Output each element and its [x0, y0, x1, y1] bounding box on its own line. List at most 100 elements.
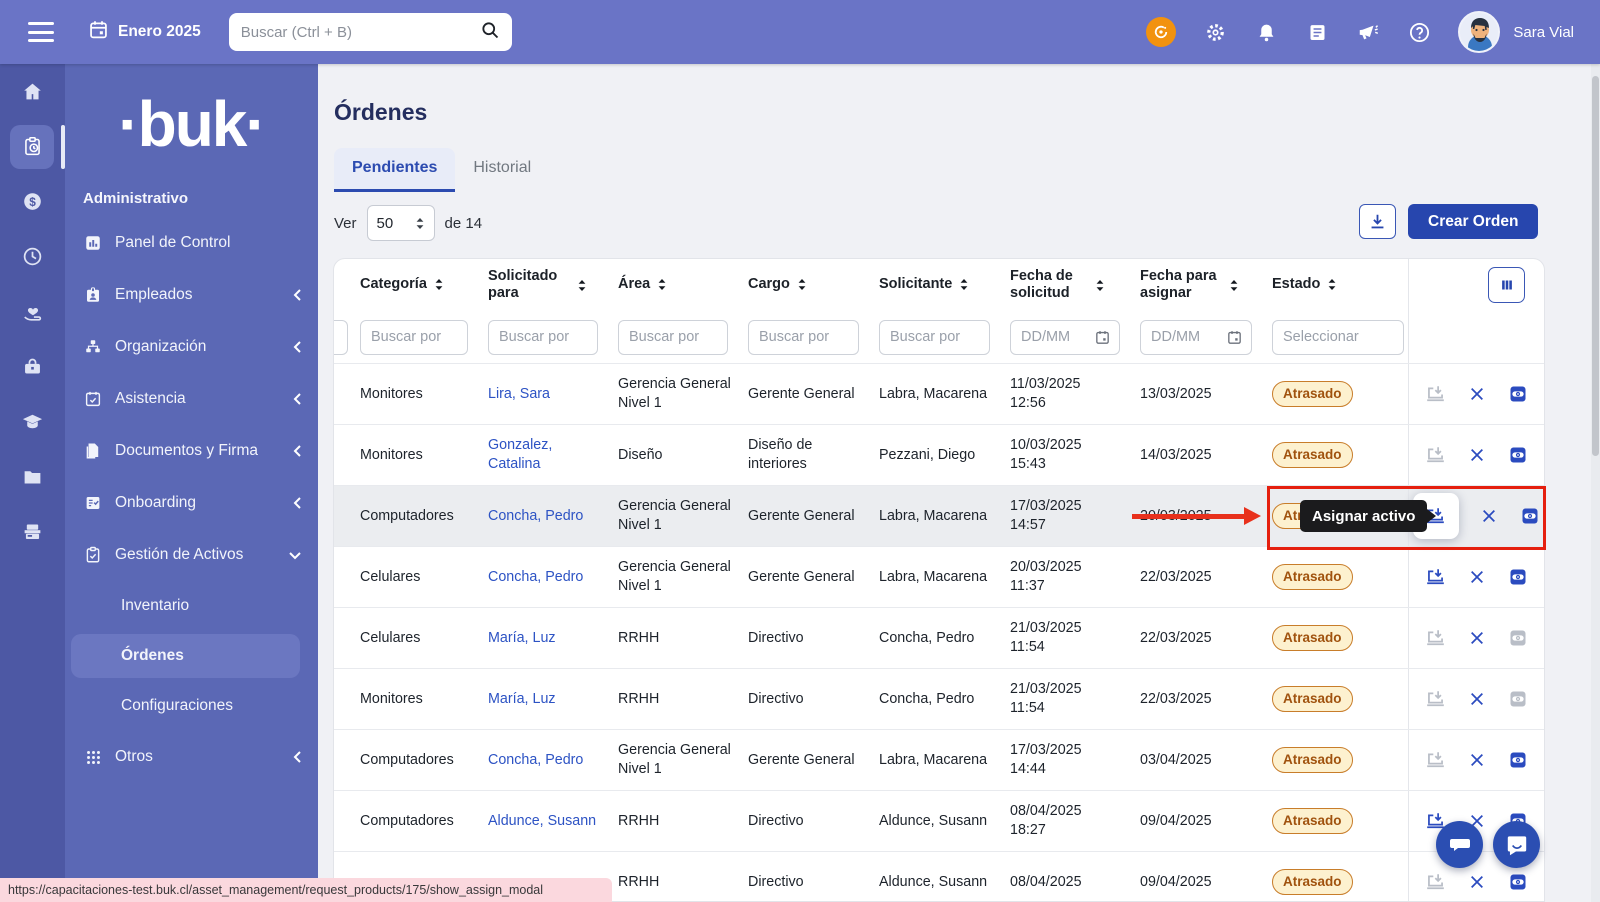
sidebar-item-documentos-y-firma[interactable]: Documentos y Firma	[65, 425, 318, 477]
filter-solicitado-input[interactable]	[488, 320, 598, 355]
tab-historial[interactable]: Historial	[455, 148, 549, 192]
view-order-button[interactable]	[1507, 871, 1529, 893]
table-row[interactable]: Monitores María, Luz RRHH Directivo Conc…	[334, 668, 1544, 729]
sidebar-subitem-inventario[interactable]: Inventario	[65, 581, 318, 631]
cancel-order-button[interactable]	[1466, 749, 1488, 771]
sort-icon[interactable]	[959, 278, 969, 291]
assign-asset-button[interactable]	[1425, 688, 1447, 710]
sidebar-item-onboarding[interactable]: Onboarding	[65, 477, 318, 529]
filter-fecha-asignar-date[interactable]: DD/MM	[1140, 320, 1252, 355]
column-settings-button[interactable]	[1488, 267, 1525, 303]
news-document-icon[interactable]	[1305, 20, 1329, 44]
assign-asset-button[interactable]	[1425, 871, 1447, 893]
assign-asset-button[interactable]	[1425, 627, 1447, 649]
cancel-order-button[interactable]	[1466, 627, 1488, 649]
rail-benefits-icon[interactable]	[0, 284, 65, 339]
view-order-button[interactable]	[1507, 566, 1529, 588]
assign-asset-button[interactable]	[1425, 566, 1447, 588]
sidebar-subitem-configuraciones[interactable]: Configuraciones	[65, 681, 318, 731]
col-estado[interactable]: Estado	[1272, 276, 1408, 293]
filter-categoria-input[interactable]	[360, 320, 468, 355]
period-selector[interactable]: Enero 2025	[88, 19, 201, 45]
search-input[interactable]	[241, 24, 480, 41]
cancel-order-button[interactable]	[1466, 688, 1488, 710]
sidebar-item-gestion-de-activos[interactable]: Gestión de Activos	[65, 529, 318, 581]
chat-bubble-fab[interactable]	[1436, 821, 1483, 868]
search-icon[interactable]	[480, 20, 500, 45]
sidebar-item-organizacion[interactable]: Organización	[65, 321, 318, 373]
col-cargo[interactable]: Cargo	[748, 276, 879, 293]
global-search[interactable]	[229, 13, 512, 51]
cell-solicitado-para-link[interactable]: Gonzalez, Catalina	[488, 436, 618, 474]
support-chat-fab[interactable]	[1493, 821, 1540, 868]
filter-cargo-input[interactable]	[748, 320, 859, 355]
user-avatar[interactable]	[1458, 11, 1500, 53]
table-row[interactable]: Computadores Concha, Pedro Gerencia Gene…	[334, 729, 1544, 790]
create-order-button[interactable]: Crear Orden	[1408, 204, 1538, 239]
cancel-order-button[interactable]	[1466, 566, 1488, 588]
announcements-megaphone-icon[interactable]	[1356, 20, 1380, 44]
cancel-order-button[interactable]	[1466, 444, 1488, 466]
view-order-button[interactable]	[1507, 749, 1529, 771]
table-row[interactable]: Celulares María, Luz RRHH Directivo Conc…	[334, 607, 1544, 668]
notifications-bell-icon[interactable]	[1254, 20, 1278, 44]
sidebar-item-panel-de-control[interactable]: Panel de Control	[65, 217, 318, 269]
sort-icon[interactable]	[657, 278, 667, 291]
cell-solicitado-para-link[interactable]: María, Luz	[488, 690, 618, 709]
sort-icon[interactable]	[577, 279, 587, 292]
sidebar-item-asistencia[interactable]: Asistencia	[65, 373, 318, 425]
assign-asset-button[interactable]	[1425, 749, 1447, 771]
filter-estado-select[interactable]: Seleccionar	[1272, 320, 1404, 355]
assistant-badge-icon[interactable]	[1146, 17, 1176, 47]
sidebar-subitem-ordenes[interactable]: Órdenes	[65, 631, 318, 681]
rail-time-icon[interactable]	[0, 229, 65, 284]
cell-solicitado-para-link[interactable]: Concha, Pedro	[488, 568, 618, 587]
assign-asset-button[interactable]	[1425, 383, 1447, 405]
col-area[interactable]: Área	[618, 276, 748, 293]
cell-solicitado-para-link[interactable]: María, Luz	[488, 629, 618, 648]
rail-asset-management-icon[interactable]	[0, 119, 65, 174]
rail-culture-icon[interactable]	[0, 339, 65, 394]
sidebar-item-empleados[interactable]: Empleados	[65, 269, 318, 321]
cell-solicitado-para-link[interactable]: Concha, Pedro	[488, 751, 618, 770]
rail-training-icon[interactable]	[0, 394, 65, 449]
view-order-button[interactable]	[1507, 383, 1529, 405]
table-row[interactable]: Monitores Lira, Sara Gerencia General Ni…	[334, 363, 1544, 424]
view-order-button[interactable]	[1507, 627, 1529, 649]
sort-icon[interactable]	[1229, 279, 1239, 292]
clipped-filter-input[interactable]	[334, 320, 348, 355]
col-categoria[interactable]: Categoría	[360, 276, 488, 293]
col-solicitante[interactable]: Solicitante	[879, 276, 1010, 293]
table-row[interactable]: Monitores Gonzalez, Catalina Diseño Dise…	[334, 424, 1544, 485]
cancel-order-button[interactable]	[1466, 383, 1488, 405]
filter-fecha-solicitud-date[interactable]: DD/MM	[1010, 320, 1120, 355]
assign-asset-button[interactable]	[1425, 444, 1447, 466]
view-order-button[interactable]	[1507, 688, 1529, 710]
sort-icon[interactable]	[434, 278, 444, 291]
sidebar-item-otros[interactable]: Otros	[65, 731, 318, 783]
scrollbar-thumb[interactable]	[1592, 76, 1599, 456]
tab-pendientes[interactable]: Pendientes	[334, 148, 455, 192]
sort-icon[interactable]	[1095, 279, 1105, 292]
cell-solicitado-para-link[interactable]: Aldunce, Susann	[488, 812, 618, 831]
table-row[interactable]: Celulares Concha, Pedro Gerencia General…	[334, 546, 1544, 607]
cancel-order-button[interactable]	[1466, 871, 1488, 893]
rail-reports-icon[interactable]	[0, 504, 65, 559]
filter-area-input[interactable]	[618, 320, 728, 355]
col-fecha-asignar[interactable]: Fecha para asignar	[1140, 268, 1272, 303]
col-solicitado-para[interactable]: Solicitado para	[488, 268, 618, 303]
sort-icon[interactable]	[1327, 278, 1337, 291]
table-row[interactable]: Computadores Aldunce, Susann RRHH Direct…	[334, 790, 1544, 851]
rail-documents-icon[interactable]	[0, 449, 65, 504]
page-scrollbar[interactable]	[1591, 64, 1600, 902]
cell-solicitado-para-link[interactable]: Concha, Pedro	[488, 507, 618, 526]
help-icon[interactable]	[1407, 20, 1431, 44]
view-order-button[interactable]	[1519, 505, 1541, 527]
view-order-button[interactable]	[1507, 444, 1529, 466]
rail-home-icon[interactable]	[0, 64, 65, 119]
menu-toggle-icon[interactable]	[28, 22, 54, 42]
per-page-select[interactable]: 50	[367, 205, 435, 241]
filter-solicitante-input[interactable]	[879, 320, 990, 355]
sort-icon[interactable]	[797, 278, 807, 291]
cell-solicitado-para-link[interactable]: Lira, Sara	[488, 385, 618, 404]
